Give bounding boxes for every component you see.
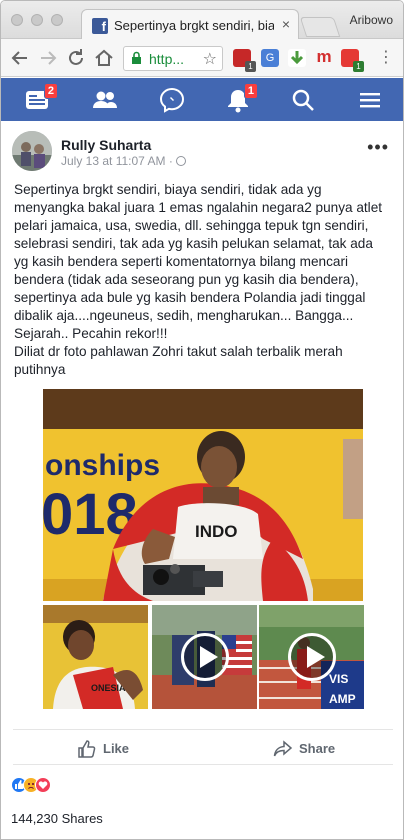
timestamp-text: July 13 at 11:07 AM ·: [61, 154, 177, 168]
like-button[interactable]: Like: [77, 739, 129, 759]
notifications-badge: 1: [243, 83, 258, 99]
minimize-window-button[interactable]: [31, 14, 43, 26]
share-label: Share: [299, 741, 336, 756]
author-avatar[interactable]: [12, 131, 52, 171]
browser-menu-icon[interactable]: ⋮: [375, 47, 397, 69]
play-icon[interactable]: [180, 633, 229, 681]
lock-icon: [132, 51, 141, 64]
menu-hamburger-icon[interactable]: [356, 86, 384, 114]
thumb-banner-text: VIS: [329, 672, 348, 686]
share-button[interactable]: Share: [273, 739, 335, 759]
reload-icon[interactable]: [65, 47, 87, 69]
facebook-nav-bar: 2 1: [1, 78, 403, 121]
shirt-text: INDO: [195, 522, 238, 541]
banner-text: onships: [45, 449, 160, 482]
shares-count[interactable]: 144,230 Shares: [11, 811, 103, 826]
profile-name[interactable]: Aribowo: [350, 13, 393, 27]
facebook-favicon-icon: f: [92, 18, 108, 34]
post-timestamp[interactable]: July 13 at 11:07 AM ·: [61, 154, 187, 168]
messenger-icon[interactable]: [158, 86, 186, 114]
download-extension-icon[interactable]: [288, 49, 306, 67]
post-main-photo[interactable]: onships 018 INDO: [43, 389, 363, 601]
notifications-bell-icon[interactable]: 1: [224, 83, 258, 114]
m-extension-icon[interactable]: m: [315, 48, 333, 67]
post-options-button[interactable]: •••: [367, 137, 389, 158]
post-video-thumbnail[interactable]: [152, 605, 257, 709]
url-text: http...: [149, 51, 185, 67]
translate-extension-icon[interactable]: G: [261, 49, 279, 67]
feed-post: Rully Suharta July 13 at 11:07 AM · ••• …: [1, 121, 403, 839]
post-video-thumbnail-2[interactable]: VIS AMP: [259, 605, 364, 709]
like-label: Like: [103, 741, 130, 756]
actions-divider-top: [13, 729, 393, 730]
browser-window: f Sepertinya brgkt sendiri, biaya × Arib…: [0, 0, 404, 840]
search-icon[interactable]: [289, 86, 317, 114]
actions-divider-bottom: [13, 764, 393, 765]
home-icon[interactable]: [93, 47, 115, 69]
tab-strip: f Sepertinya brgkt sendiri, biaya × Arib…: [1, 1, 403, 40]
bookmark-star-icon[interactable]: ☆: [203, 49, 217, 69]
friends-icon[interactable]: [91, 86, 119, 114]
post-body-text: Sepertinya brgkt sendiri, biaya sendiri,…: [14, 182, 383, 377]
address-bar[interactable]: http... ☆: [123, 46, 223, 71]
browser-tab[interactable]: f Sepertinya brgkt sendiri, biaya ×: [81, 9, 299, 40]
extension-shield-icon[interactable]: 1: [233, 49, 256, 72]
thumbs-up-icon: [78, 740, 96, 758]
author-name[interactable]: Rully Suharta: [61, 137, 151, 153]
thumb-banner-text-2: AMP: [329, 692, 356, 706]
tab-title: Sepertinya brgkt sendiri, biaya: [114, 18, 274, 33]
tab-close-icon[interactable]: ×: [282, 16, 290, 32]
back-arrow-icon[interactable]: [9, 47, 31, 69]
news-feed-icon[interactable]: 2: [24, 83, 58, 114]
browser-toolbar: http... ☆ 1 G m 1 ⋮: [1, 39, 403, 77]
play-icon-2[interactable]: [287, 633, 336, 681]
zoom-window-button[interactable]: [51, 14, 63, 26]
extension-red-icon[interactable]: 1: [341, 49, 364, 72]
share-arrow-icon: [273, 740, 293, 757]
forward-arrow-icon[interactable]: [37, 47, 59, 69]
close-window-button[interactable]: [11, 14, 23, 26]
new-tab-button[interactable]: [299, 17, 341, 37]
globe-privacy-icon: [176, 156, 187, 166]
post-thumbnail-photo[interactable]: ONESIA: [43, 605, 148, 709]
love-reaction-icon: [35, 777, 51, 793]
feed-badge: 2: [43, 83, 58, 99]
